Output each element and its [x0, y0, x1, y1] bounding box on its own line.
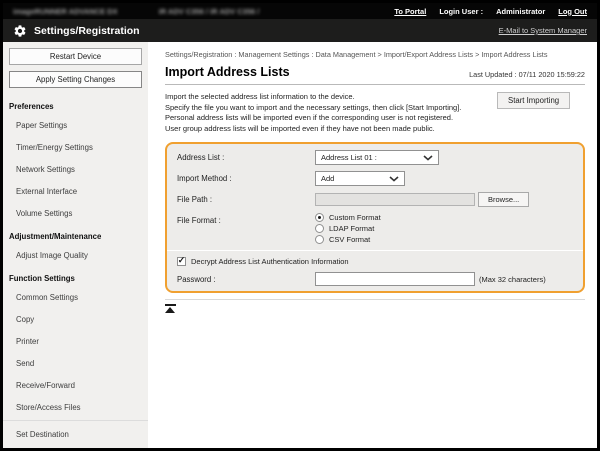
sidebar-section-preferences: Preferences — [3, 94, 148, 114]
sidebar-section-management-settings: Management Settings — [3, 445, 148, 448]
page-title: Import Address Lists — [165, 65, 290, 79]
description-line: Personal address lists will be imported … — [165, 113, 497, 124]
restart-device-button[interactable]: Restart Device — [9, 48, 142, 65]
sidebar-item-timer-energy-settings[interactable]: Timer/Energy Settings — [3, 136, 148, 158]
radio-label-ldap-format: LDAP Format — [329, 224, 374, 233]
radio-icon-ldap-format[interactable] — [315, 224, 324, 233]
file-path-label: File Path : — [177, 192, 315, 204]
sidebar-item-receive-forward[interactable]: Receive/Forward — [3, 374, 148, 396]
file-format-row: File Format : Custom Format LDAP Format CS… — [167, 210, 583, 247]
radio-icon-csv-format[interactable] — [315, 235, 324, 244]
radio-label-csv-format: CSV Format — [329, 235, 370, 244]
sidebar-item-printer[interactable]: Printer — [3, 330, 148, 352]
import-settings-form: Address List : Address List 01 : Import … — [165, 142, 585, 293]
title-row: Import Address Lists Last Updated : 07/1… — [165, 65, 585, 85]
main-content: Settings/Registration : Management Setti… — [148, 42, 597, 448]
address-list-row: Address List : Address List 01 : — [167, 147, 583, 168]
chevron-down-icon — [423, 155, 433, 161]
import-method-selected-value: Add — [321, 174, 334, 183]
sidebar: Restart Device Apply Setting Changes Pre… — [3, 42, 148, 448]
email-to-system-manager-link[interactable]: E-Mail to System Manager — [499, 26, 587, 35]
import-method-select[interactable]: Add — [315, 171, 405, 186]
chevron-down-icon — [389, 176, 399, 182]
password-note: (Max 32 characters) — [479, 272, 546, 284]
gear-icon — [13, 24, 27, 38]
last-updated: Last Updated : 07/11 2020 15:59:22 — [469, 70, 585, 79]
remote-ui-page: imageRUNNER ADVANCE DX iR ADV C356 / iR … — [0, 0, 600, 451]
login-user-value: Administrator — [496, 7, 545, 16]
radio-label-custom-format: Custom Format — [329, 213, 381, 222]
sidebar-section-function-settings: Function Settings — [3, 266, 148, 286]
import-method-row: Import Method : Add — [167, 168, 583, 189]
app-title: Settings/Registration — [34, 25, 499, 37]
log-out-link[interactable]: Log Out — [558, 7, 587, 16]
address-list-selected-value: Address List 01 : — [321, 153, 377, 162]
sidebar-item-copy[interactable]: Copy — [3, 308, 148, 330]
top-bar: imageRUNNER ADVANCE DX iR ADV C356 / iR … — [3, 3, 597, 19]
back-to-top-bar — [165, 304, 176, 306]
import-method-label: Import Method : — [177, 171, 315, 183]
sidebar-item-paper-settings[interactable]: Paper Settings — [3, 114, 148, 136]
content-divider — [165, 299, 585, 300]
decrypt-checkbox-label: Decrypt Address List Authentication Info… — [191, 257, 349, 266]
description-line: Specify the file you want to import and … — [165, 103, 497, 114]
sidebar-sections: PreferencesPaper SettingsTimer/Energy Se… — [3, 94, 148, 448]
device-name: imageRUNNER ADVANCE DX — [13, 7, 118, 16]
back-to-top-icon[interactable] — [165, 304, 176, 313]
sidebar-item-common-settings[interactable]: Common Settings — [3, 286, 148, 308]
sidebar-section-adjustment-maintenance: Adjustment/Maintenance — [3, 224, 148, 244]
file-path-row: File Path : Browse... — [167, 189, 583, 210]
description-line: User group address lists will be importe… — [165, 124, 497, 135]
page-description: Import the selected address list informa… — [165, 92, 497, 134]
password-label: Password : — [177, 272, 315, 284]
login-user-label: Login User : — [439, 7, 483, 16]
password-row: Password : (Max 32 characters) — [167, 269, 583, 289]
file-format-options: Custom Format LDAP Format CSV Format — [315, 213, 381, 244]
address-list-label: Address List : — [177, 150, 315, 162]
back-to-top-triangle — [165, 307, 175, 313]
decrypt-row: ✓ Decrypt Address List Authentication In… — [167, 250, 583, 269]
apply-setting-changes-button[interactable]: Apply Setting Changes — [9, 71, 142, 88]
sidebar-item-volume-settings[interactable]: Volume Settings — [3, 202, 148, 224]
body-row: Restart Device Apply Setting Changes Pre… — [3, 42, 597, 448]
description-line: Import the selected address list informa… — [165, 92, 497, 103]
radio-icon-custom-format[interactable] — [315, 213, 324, 222]
breadcrumb[interactable]: Settings/Registration : Management Setti… — [165, 50, 585, 59]
sidebar-item-set-destination[interactable]: Set Destination — [3, 423, 148, 445]
password-input[interactable] — [315, 272, 475, 286]
sidebar-item-send[interactable]: Send — [3, 352, 148, 374]
radio-option-custom-format[interactable]: Custom Format — [315, 213, 381, 222]
radio-option-ldap-format[interactable]: LDAP Format — [315, 224, 381, 233]
to-portal-link[interactable]: To Portal — [394, 7, 426, 16]
file-format-label: File Format : — [177, 213, 315, 225]
sidebar-item-adjust-image-quality[interactable]: Adjust Image Quality — [3, 244, 148, 266]
browse-button[interactable]: Browse... — [478, 192, 529, 207]
sidebar-divider — [3, 420, 148, 421]
sidebar-item-external-interface[interactable]: External Interface — [3, 180, 148, 202]
file-path-input — [315, 193, 475, 206]
checkmark-icon: ✓ — [178, 256, 186, 265]
start-importing-button[interactable]: Start Importing — [497, 92, 570, 109]
device-model: iR ADV C356 / iR ADV C356 / — [159, 7, 260, 16]
sidebar-item-store-access-files[interactable]: Store/Access Files — [3, 396, 148, 418]
address-list-select[interactable]: Address List 01 : — [315, 150, 439, 165]
radio-option-csv-format[interactable]: CSV Format — [315, 235, 381, 244]
app-header: Settings/Registration E-Mail to System M… — [3, 19, 597, 42]
decrypt-checkbox[interactable]: ✓ — [177, 257, 186, 266]
sidebar-item-network-settings[interactable]: Network Settings — [3, 158, 148, 180]
description-row: Import the selected address list informa… — [165, 92, 585, 134]
